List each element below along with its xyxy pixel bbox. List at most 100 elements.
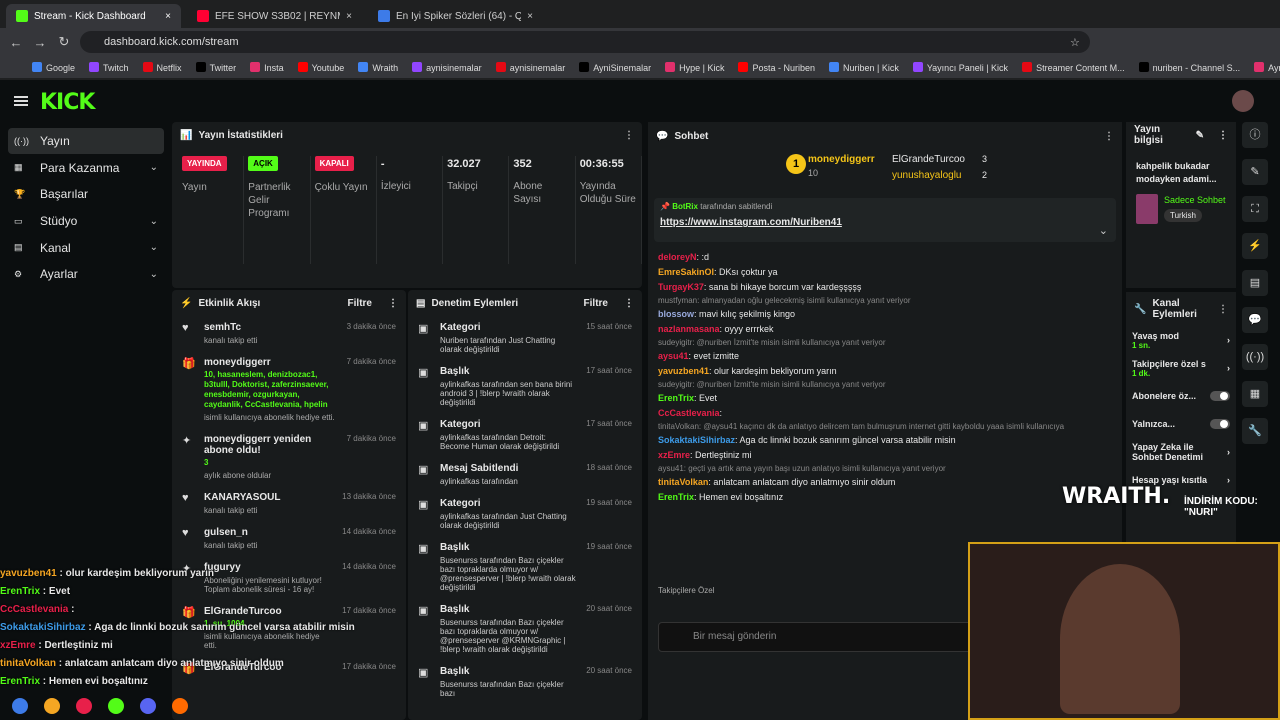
more-icon[interactable]: ⋮ (1218, 304, 1228, 315)
info-icon[interactable]: ⓘ (1242, 122, 1268, 148)
star-icon[interactable]: ☆ (1070, 36, 1080, 49)
category-name[interactable]: Sadece Sohbet (1164, 194, 1226, 206)
bookmark-0[interactable]: Google (32, 61, 75, 73)
filter-button[interactable]: Filtre (584, 298, 608, 309)
broadcast-icon[interactable]: ((·)) (1242, 344, 1268, 370)
obs-icon[interactable] (172, 698, 188, 714)
chat-username[interactable]: blossow (658, 309, 694, 319)
tab-0[interactable]: Stream - Kick Dashboard × (6, 4, 181, 28)
bookmark-8[interactable]: aynisinemalar (495, 61, 565, 73)
chat-username[interactable]: yavuzben41 (658, 366, 709, 376)
bookmark-5[interactable]: Youtube (297, 61, 344, 73)
channel-action-row[interactable]: Takipçilere özel s1 dk. › (1126, 354, 1236, 382)
bookmark-14[interactable]: Streamer Content M... (1022, 61, 1125, 73)
top-gifter-name[interactable]: moneydiggerr (808, 154, 875, 165)
toggle-switch[interactable] (1210, 419, 1230, 429)
moderation-icon: ▣ (418, 464, 429, 476)
edit-icon[interactable]: ✎ (1196, 130, 1204, 141)
studio-icon: ▭ (14, 215, 23, 226)
bookmark-15[interactable]: nuriben - Channel S... (1138, 61, 1240, 73)
channel-action-row[interactable]: Yavaş mod 1 sn. › (1126, 326, 1236, 354)
storage-icon[interactable]: ▦ (1242, 381, 1268, 407)
sidebar-item-3[interactable]: ▭ Stüdyo ⌄ (8, 208, 164, 234)
bookmark-13[interactable]: Yayıncı Paneli | Kick (912, 61, 1008, 73)
edit-icon[interactable]: ✎ (1242, 159, 1268, 185)
activity-icon: ♥ (182, 322, 189, 334)
more-icon[interactable]: ⋮ (624, 130, 634, 141)
chat-username[interactable]: EmreSakinOl (658, 267, 714, 277)
chat-username[interactable]: xzEmre (658, 450, 690, 460)
chat-username[interactable]: ErenTrix (658, 492, 694, 502)
bookmark-3[interactable]: Twitter (195, 61, 236, 73)
chat-username[interactable]: SokaktakiSihirbaz (658, 435, 735, 445)
filter-button[interactable]: Filtre (348, 298, 372, 309)
chevron-right-icon: › (1227, 475, 1230, 485)
bookmark-6[interactable]: Wraith (358, 61, 398, 73)
activity-name[interactable]: semhTc (204, 322, 337, 333)
folder-icon[interactable] (44, 698, 60, 714)
back-icon[interactable]: ← (4, 35, 28, 50)
toggle-switch[interactable] (1210, 391, 1230, 401)
bookmark-2[interactable]: Netflix (142, 61, 182, 73)
chrome-icon[interactable] (76, 698, 92, 714)
bookmark-9[interactable]: AyniSinemalar (579, 61, 651, 73)
fullscreen-icon[interactable]: ⛶ (1242, 196, 1268, 222)
url-input[interactable]: dashboard.kick.com/stream (80, 31, 1090, 53)
discord-icon[interactable] (140, 698, 156, 714)
document-icon[interactable]: ▤ (1242, 270, 1268, 296)
close-icon[interactable]: × (346, 11, 352, 22)
tab-2[interactable]: En İyi Spiker Sözleri (64) - Quiz × (368, 4, 543, 28)
more-icon[interactable]: ⋮ (624, 298, 634, 309)
chat-username[interactable]: ErenTrix (658, 393, 694, 403)
close-icon[interactable]: × (165, 11, 171, 22)
chat-username[interactable]: TurgayK37 (658, 282, 704, 292)
status-badge: KAPALI (314, 156, 354, 171)
pinned-author[interactable]: BotRix (672, 202, 698, 211)
wrench-icon[interactable]: 🔧 (1242, 418, 1268, 444)
chat-username[interactable]: CcCastlevania (658, 408, 720, 418)
pinned-link[interactable]: https://www.instagram.com/Nuriben41 (660, 217, 1110, 228)
activity-name[interactable]: moneydiggerr (204, 357, 337, 368)
chat-icon[interactable]: 💬 (1242, 307, 1268, 333)
overlay-username: ErenTrix (0, 676, 41, 687)
bookmark-1[interactable]: Twitch (89, 61, 129, 73)
sidebar-item-0[interactable]: ((·)) Yayın (8, 128, 164, 154)
bookmark-11[interactable]: Posta - Nuriben (738, 61, 815, 73)
bookmark-16[interactable]: Aynı Sinemalar - Ça... (1254, 61, 1280, 73)
activity-name[interactable]: moneydiggerr yeniden abone oldu! (204, 434, 337, 456)
windows-icon[interactable] (12, 698, 28, 714)
more-icon[interactable]: ⋮ (388, 298, 398, 309)
tab-1[interactable]: EFE SHOW S3B02 | REYNMEN - × (187, 4, 362, 28)
bookmark-10[interactable]: Hype | Kick (665, 61, 724, 73)
bookmark-7[interactable]: aynisinemalar (412, 61, 482, 73)
chat-username[interactable]: deloreyN (658, 252, 697, 262)
menu-icon[interactable] (14, 96, 28, 106)
sidebar-item-4[interactable]: ▤ Kanal ⌄ (8, 235, 164, 261)
bookmark-4[interactable]: Insta (250, 61, 284, 73)
channel-action-text: Yapay Zeka ile Sohbet Denetimi (1132, 442, 1223, 462)
sidebar-item-5[interactable]: ⚙ Ayarlar ⌄ (8, 261, 164, 287)
third-gifter-name[interactable]: yunushayaloglu (892, 170, 962, 181)
bolt-icon[interactable]: ⚡ (1242, 233, 1268, 259)
forward-icon[interactable]: → (28, 35, 52, 50)
reload-icon[interactable]: ↻ (52, 34, 76, 50)
sidebar-item-1[interactable]: ▦ Para Kazanma ⌄ (8, 155, 164, 181)
close-icon[interactable]: × (527, 11, 533, 22)
second-gifter-name[interactable]: ElGrandeTurcoo (892, 154, 965, 165)
chevron-down-icon[interactable]: ⌄ (1099, 224, 1108, 237)
more-icon[interactable]: ⋮ (1218, 130, 1228, 141)
bookmark-12[interactable]: Nuriben | Kick (828, 61, 899, 73)
sidebar-item-2[interactable]: 🏆 Başarılar (8, 181, 164, 207)
activity-time: 14 dakika önce (342, 562, 396, 571)
activity-name[interactable]: gulsen_n (204, 527, 332, 538)
chat-username[interactable]: aysu41 (658, 351, 689, 361)
activity-name[interactable]: KANARYASOUL (204, 492, 332, 503)
chat-username[interactable]: tinitaVolkan (658, 477, 708, 487)
spotify-icon[interactable] (108, 698, 124, 714)
avatar[interactable] (1232, 90, 1254, 112)
channel-action-row[interactable]: Abonelere öz... (1126, 382, 1236, 410)
channel-action-row[interactable]: Yalnızca... (1126, 410, 1236, 438)
channel-action-row[interactable]: Yapay Zeka ile Sohbet Denetimi › (1126, 438, 1236, 466)
more-icon[interactable]: ⋮ (1104, 131, 1114, 142)
chat-username[interactable]: nazlanmasana (658, 324, 720, 334)
